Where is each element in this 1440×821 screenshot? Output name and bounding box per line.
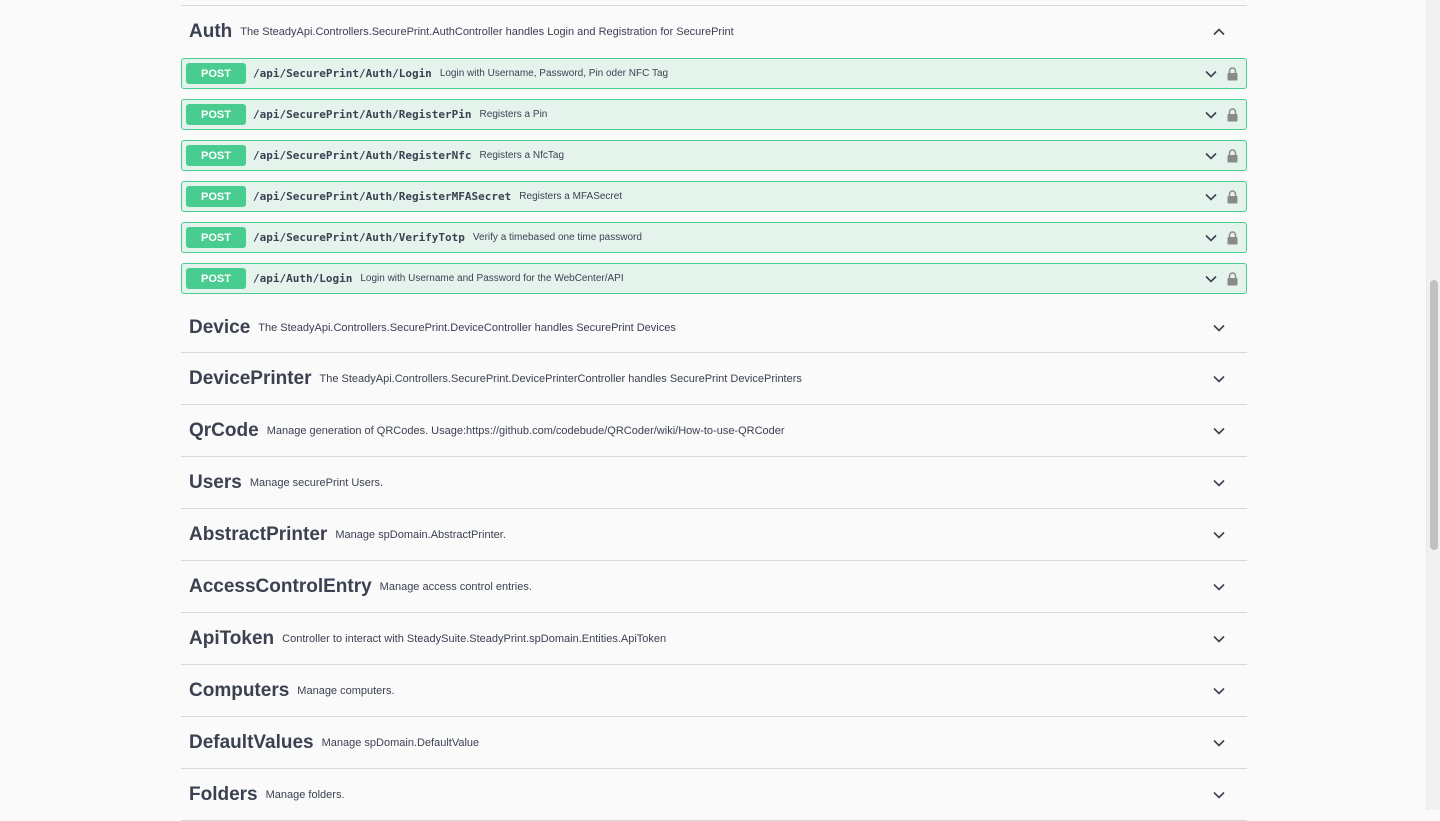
tag-description: Manage spDomain.AbstractPrinter. <box>335 528 506 541</box>
tag-header-auth[interactable]: Auth The SteadyApi.Controllers.SecurePri… <box>181 6 1247 58</box>
tag-header-folders[interactable]: Folders Manage folders. <box>181 769 1247 821</box>
operation-post-auth-login[interactable]: POST /api/SecurePrint/Auth/Login Login w… <box>181 58 1247 89</box>
chevron-down-icon[interactable] <box>1212 528 1226 542</box>
tag-name: Device <box>189 317 251 338</box>
auth-operations: POST /api/SecurePrint/Auth/Login Login w… <box>181 58 1247 294</box>
tag-name: Computers <box>189 679 290 701</box>
chevron-down-icon[interactable] <box>1212 788 1226 802</box>
lock-icon[interactable] <box>1226 107 1238 122</box>
tag-name: ApiToken <box>189 627 275 649</box>
scrollbar-thumb[interactable] <box>1430 280 1438 550</box>
operation-path: /api/SecurePrint/Auth/RegisterMFASecret <box>253 190 512 203</box>
tag-name: Folders <box>189 783 258 805</box>
tag-description: Manage computers. <box>297 684 395 697</box>
tag-header-defaultvalues[interactable]: DefaultValues Manage spDomain.DefaultVal… <box>181 717 1247 769</box>
lock-icon[interactable] <box>1226 148 1238 163</box>
tag-header-computers[interactable]: Computers Manage computers. <box>181 665 1247 717</box>
operation-summary: Verify a timebased one time password <box>472 232 642 243</box>
method-badge: POST <box>186 227 246 248</box>
tag-header-qrcode[interactable]: QrCode Manage generation of QRCodes. Usa… <box>181 405 1247 457</box>
tag-description: The SteadyApi.Controllers.SecurePrint.Au… <box>240 26 734 38</box>
tag-header-apitoken[interactable]: ApiToken Controller to interact with Ste… <box>181 613 1247 665</box>
operation-post-auth-verifytotp[interactable]: POST /api/SecurePrint/Auth/VerifyTotp Ve… <box>181 222 1247 253</box>
chevron-down-icon[interactable] <box>1204 190 1218 204</box>
vertical-scrollbar[interactable] <box>1426 0 1440 810</box>
method-badge: POST <box>186 268 246 289</box>
chevron-down-icon[interactable] <box>1204 231 1218 245</box>
chevron-up-icon[interactable] <box>1212 25 1226 39</box>
tag-name: DevicePrinter <box>189 367 312 389</box>
tag-description: Manage access control entries. <box>379 580 532 593</box>
method-badge: POST <box>186 145 246 166</box>
operation-summary: Login with Username and Password for the… <box>360 273 624 284</box>
tag-name: AccessControlEntry <box>189 575 372 597</box>
tag-description: The SteadyApi.Controllers.SecurePrint.De… <box>258 322 676 334</box>
tag-header-users[interactable]: Users Manage securePrint Users. <box>181 457 1247 509</box>
tag-name: Users <box>189 471 242 493</box>
lock-icon[interactable] <box>1226 271 1238 286</box>
operation-summary: Registers a NfcTag <box>479 150 565 161</box>
operation-summary: Registers a MFASecret <box>519 191 623 202</box>
tag-description: The SteadyApi.Controllers.SecurePrint.De… <box>319 372 802 385</box>
lock-icon[interactable] <box>1226 189 1238 204</box>
tag-description: Manage generation of QRCodes. Usage:http… <box>266 424 785 437</box>
chevron-down-icon[interactable] <box>1204 272 1218 286</box>
operation-post-auth-registerpin[interactable]: POST /api/SecurePrint/Auth/RegisterPin R… <box>181 99 1247 130</box>
tag-name: AbstractPrinter <box>189 523 328 545</box>
tag-name: DefaultValues <box>189 731 314 753</box>
tag-description: Manage securePrint Users. <box>249 476 384 489</box>
chevron-down-icon[interactable] <box>1212 321 1226 335</box>
operation-summary: Registers a Pin <box>479 109 548 120</box>
swagger-tags-container: Auth The SteadyApi.Controllers.SecurePri… <box>181 0 1247 821</box>
operation-post-api-auth-login[interactable]: POST /api/Auth/Login Login with Username… <box>181 263 1247 294</box>
lock-icon[interactable] <box>1226 66 1238 81</box>
chevron-down-icon[interactable] <box>1212 632 1226 646</box>
chevron-down-icon[interactable] <box>1212 736 1226 750</box>
method-badge: POST <box>186 186 246 207</box>
tag-description: Manage spDomain.DefaultValue <box>321 736 480 749</box>
tag-header-device[interactable]: Device The SteadyApi.Controllers.SecureP… <box>181 304 1247 353</box>
tag-header-abstractprinter[interactable]: AbstractPrinter Manage spDomain.Abstract… <box>181 509 1247 561</box>
operation-post-auth-registernfc[interactable]: POST /api/SecurePrint/Auth/RegisterNfc R… <box>181 140 1247 171</box>
operation-path: /api/SecurePrint/Auth/VerifyTotp <box>253 231 465 244</box>
tag-name: QrCode <box>189 419 259 441</box>
lock-icon[interactable] <box>1226 230 1238 245</box>
chevron-down-icon[interactable] <box>1212 580 1226 594</box>
tag-header-deviceprinter[interactable]: DevicePrinter The SteadyApi.Controllers.… <box>181 353 1247 405</box>
tag-description: Manage folders. <box>265 788 345 801</box>
tag-name: Auth <box>189 21 233 42</box>
tag-header-accesscontrolentry[interactable]: AccessControlEntry Manage access control… <box>181 561 1247 613</box>
chevron-down-icon[interactable] <box>1204 108 1218 122</box>
chevron-down-icon[interactable] <box>1204 67 1218 81</box>
tag-description: Controller to interact with SteadySuite.… <box>282 632 667 645</box>
chevron-down-icon[interactable] <box>1212 424 1226 438</box>
operation-path: /api/SecurePrint/Auth/RegisterPin <box>253 108 472 121</box>
operation-path: /api/SecurePrint/Auth/RegisterNfc <box>253 149 472 162</box>
method-badge: POST <box>186 63 246 84</box>
operation-post-auth-registermfasecret[interactable]: POST /api/SecurePrint/Auth/RegisterMFASe… <box>181 181 1247 212</box>
chevron-down-icon[interactable] <box>1204 149 1218 163</box>
operation-summary: Login with Username, Password, Pin oder … <box>439 68 669 79</box>
chevron-down-icon[interactable] <box>1212 372 1226 386</box>
method-badge: POST <box>186 104 246 125</box>
operation-path: /api/Auth/Login <box>253 272 353 285</box>
chevron-down-icon[interactable] <box>1212 684 1226 698</box>
operation-path: /api/SecurePrint/Auth/Login <box>253 67 432 80</box>
chevron-down-icon[interactable] <box>1212 476 1226 490</box>
